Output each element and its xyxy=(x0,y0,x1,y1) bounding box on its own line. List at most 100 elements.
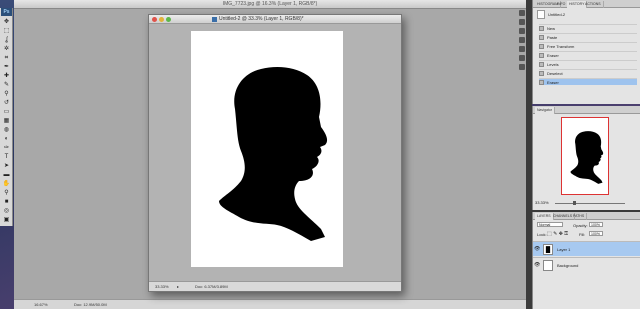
history-item-label: Levels xyxy=(547,62,559,67)
snapshot-thumbnail xyxy=(537,10,545,19)
document-statusbar: 33.33% ▸ Doc: 6.37M/3.89M xyxy=(149,281,401,291)
panel-icon[interactable] xyxy=(519,28,525,34)
type-icon[interactable]: T xyxy=(2,153,11,161)
blend-mode-select[interactable]: Normal xyxy=(537,222,563,227)
path-select-icon[interactable]: ➤ xyxy=(2,162,11,170)
background-document-statusbar: 16.67% Doc: 12.9M/50.0M xyxy=(14,299,526,309)
opacity-field[interactable]: 100% xyxy=(589,222,603,227)
history-item[interactable]: Eraser xyxy=(539,78,637,85)
layer-thumbnail xyxy=(543,244,553,255)
document-title: Untitled-2 @ 33.3% (Layer 1, RGB/8)* xyxy=(219,16,304,22)
panel-icon[interactable] xyxy=(519,10,525,16)
layer-row[interactable]: 👁 Background xyxy=(533,257,640,272)
stamp-icon[interactable]: ⚲ xyxy=(2,90,11,98)
eyedropper-icon[interactable]: ✒ xyxy=(2,63,11,71)
brush-icon[interactable]: ✎ xyxy=(2,81,11,89)
quick-mask-icon[interactable]: ◎ xyxy=(2,207,11,215)
navigator-zoom-knob[interactable] xyxy=(573,201,576,205)
move-icon[interactable]: ✥ xyxy=(2,18,11,26)
navigator-panel-tabs: Navigator xyxy=(533,106,640,114)
blend-row: Normal Opacity: 100% xyxy=(533,222,640,229)
history-step-icon xyxy=(539,71,544,76)
layer-name: Layer 1 xyxy=(557,247,571,252)
lock-row: Lock: ⬚ ✎ ✥ ⚿ Fill: 100% xyxy=(533,231,640,238)
history-step-icon xyxy=(539,62,544,67)
status-arrow-icon[interactable]: ▸ xyxy=(177,284,179,289)
document-icon xyxy=(212,17,217,22)
layers-panel-tabs: LAYERS CHANNELS PATHS xyxy=(533,212,640,220)
marquee-icon[interactable]: ⬚ xyxy=(2,27,11,35)
navigator-preview[interactable] xyxy=(561,117,609,195)
background-document-titlebar[interactable]: IMG_7723.jpg @ 16.3% (Layer 1, RGB/8*) xyxy=(14,0,526,9)
history-item[interactable]: Free Transform xyxy=(539,42,637,49)
canvas[interactable] xyxy=(191,31,343,267)
color-swatch-icon[interactable]: ■ xyxy=(2,198,11,206)
history-item[interactable]: Deselect xyxy=(539,69,637,76)
layer-row[interactable]: 👁 Layer 1 xyxy=(533,241,640,256)
minimize-button[interactable] xyxy=(159,17,164,22)
navigator-zoom-slider[interactable] xyxy=(555,203,625,204)
fill-field[interactable]: 100% xyxy=(589,231,603,236)
history-step-icon xyxy=(539,80,544,85)
document-titlebar[interactable]: Untitled-2 @ 33.3% (Layer 1, RGB/8)* xyxy=(149,15,401,24)
silhouette-image xyxy=(219,67,328,241)
hand-icon[interactable]: ✋ xyxy=(2,180,11,188)
collapsed-panel-icons xyxy=(518,10,526,74)
tab-actions[interactable]: ACTIONS xyxy=(583,1,604,8)
healing-icon[interactable]: ✚ xyxy=(2,72,11,80)
history-item-label: Free Transform xyxy=(547,44,575,49)
shape-icon[interactable]: ▬ xyxy=(2,171,11,179)
pen-icon[interactable]: ✑ xyxy=(2,144,11,152)
panel-icon[interactable] xyxy=(519,37,525,43)
lock-label: Lock: xyxy=(537,232,547,237)
zoom-button[interactable] xyxy=(166,17,171,22)
history-item[interactable]: Paste xyxy=(539,33,637,40)
crop-icon[interactable]: ⌗ xyxy=(2,54,11,62)
history-panel: HISTOGRAM INFO HISTORY ACTIONS Untitled-… xyxy=(532,0,640,104)
gradient-icon[interactable]: ▦ xyxy=(2,117,11,125)
eraser-icon[interactable]: ▭ xyxy=(2,108,11,116)
background-doc-size: Doc: 12.9M/50.0M xyxy=(74,302,107,307)
background-zoom-readout[interactable]: 16.67% xyxy=(34,302,48,307)
visibility-eye-icon[interactable]: 👁 xyxy=(534,262,540,268)
history-step-icon xyxy=(539,35,544,40)
magic-wand-icon[interactable]: ✲ xyxy=(2,45,11,53)
visibility-eye-icon[interactable]: 👁 xyxy=(534,246,540,252)
layer-thumbnail xyxy=(543,260,553,271)
zoom-icon[interactable]: ⚲ xyxy=(2,189,11,197)
navigator-panel: Navigator 33.33% xyxy=(532,106,640,210)
lasso-icon[interactable]: ʆ xyxy=(2,36,11,44)
document-window[interactable]: Untitled-2 @ 33.3% (Layer 1, RGB/8)* 33.… xyxy=(148,14,402,292)
tab-navigator[interactable]: Navigator xyxy=(535,107,555,114)
document-zoom-readout[interactable]: 33.33% xyxy=(155,284,169,289)
layer-thumbnail-silhouette xyxy=(545,246,551,254)
layer-name: Background xyxy=(557,263,579,268)
fill-label: Fill: xyxy=(579,232,586,237)
panel-icon[interactable] xyxy=(519,64,525,70)
close-button[interactable] xyxy=(152,17,157,22)
background-document-title: IMG_7723.jpg @ 16.3% (Layer 1, RGB/8*) xyxy=(222,1,318,7)
history-snapshot[interactable]: Untitled-2 xyxy=(537,10,632,20)
photoshop-logo: Ps xyxy=(1,8,12,16)
history-step-icon xyxy=(539,53,544,58)
history-item-label: New xyxy=(547,26,556,31)
panel-icon[interactable] xyxy=(519,55,525,61)
history-item-label: Deselect xyxy=(547,71,563,76)
tab-paths[interactable]: PATHS xyxy=(571,213,588,220)
panel-icon[interactable] xyxy=(519,46,525,52)
layers-panel: LAYERS CHANNELS PATHS Normal Opacity: 10… xyxy=(532,212,640,309)
history-item[interactable]: Levels xyxy=(539,60,637,67)
history-brush-icon[interactable]: ↺ xyxy=(2,99,11,107)
panel-icon[interactable] xyxy=(519,19,525,25)
lock-icons[interactable]: ⬚ ✎ ✥ ⚿ xyxy=(547,231,568,237)
navigator-zoom-value[interactable]: 33.33% xyxy=(535,200,549,205)
dodge-icon[interactable]: ◐ xyxy=(2,135,11,143)
history-item[interactable]: New xyxy=(539,24,637,31)
blur-icon[interactable]: ◍ xyxy=(2,126,11,134)
snapshot-label: Untitled-2 xyxy=(548,12,566,17)
history-item[interactable]: Eraser xyxy=(539,51,637,58)
history-item-label: Eraser xyxy=(547,80,559,85)
history-item-label: Eraser xyxy=(547,53,559,58)
screen-mode-icon[interactable]: ▣ xyxy=(2,216,11,224)
history-item-label: Paste xyxy=(547,35,558,40)
